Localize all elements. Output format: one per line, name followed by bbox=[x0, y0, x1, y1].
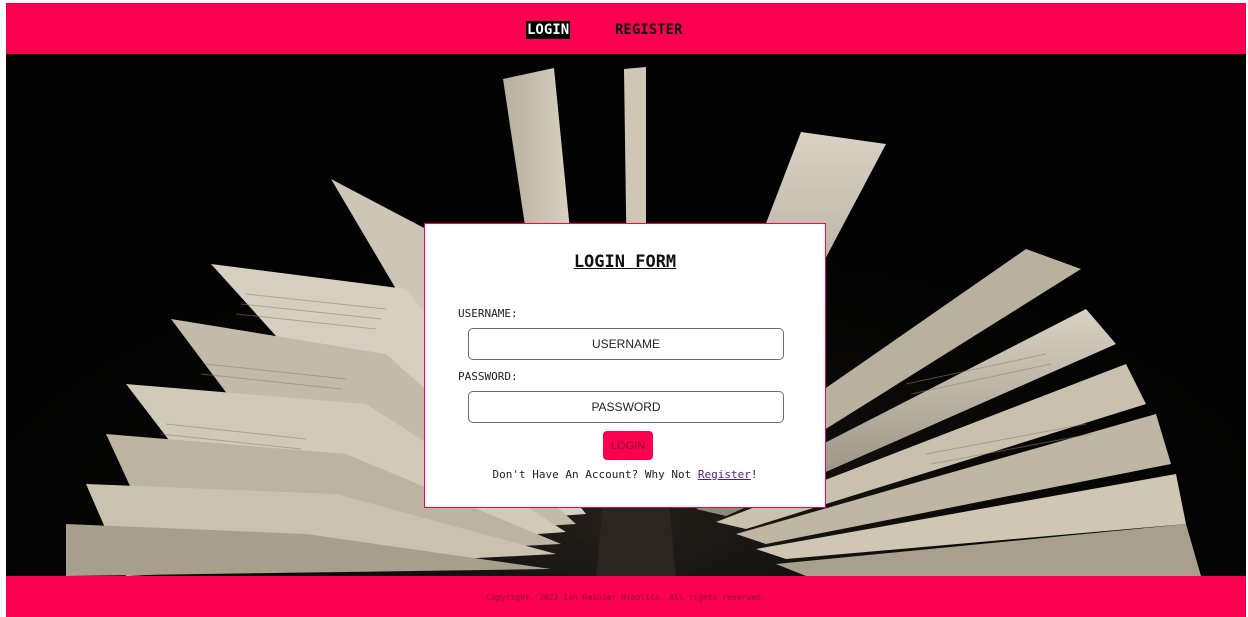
nav-register-link[interactable]: REGISTER bbox=[614, 21, 683, 39]
username-label: USERNAME: bbox=[458, 307, 518, 320]
register-prompt-suffix: ! bbox=[750, 468, 758, 481]
register-link[interactable]: Register bbox=[698, 468, 751, 481]
password-label: PASSWORD: bbox=[458, 370, 518, 383]
login-form-title: LOGIN FORM bbox=[573, 252, 677, 272]
password-input[interactable] bbox=[468, 391, 784, 423]
page-frame: LOGIN REGISTER LOGIN FORM USERNAME: USER… bbox=[6, 3, 1246, 617]
nav-login-link[interactable]: LOGIN bbox=[526, 21, 571, 39]
username-input[interactable] bbox=[468, 328, 784, 360]
copyright-text: Copyright. 2022 Ian Rainier Hipolito. Al… bbox=[486, 593, 766, 602]
top-navbar: LOGIN REGISTER bbox=[6, 3, 1246, 54]
footer: Copyright. 2022 Ian Rainier Hipolito. Al… bbox=[6, 576, 1246, 617]
login-button[interactable]: LOGIN bbox=[603, 431, 653, 460]
login-form-card: LOGIN FORM USERNAME: PASSWORD: LOGIN Don… bbox=[424, 223, 826, 508]
hero-background: LOGIN FORM USERNAME: PASSWORD: LOGIN Don… bbox=[6, 54, 1246, 576]
register-prompt: Don't Have An Account? Why Not Register! bbox=[425, 468, 825, 481]
register-prompt-text: Don't Have An Account? Why Not bbox=[492, 468, 698, 481]
